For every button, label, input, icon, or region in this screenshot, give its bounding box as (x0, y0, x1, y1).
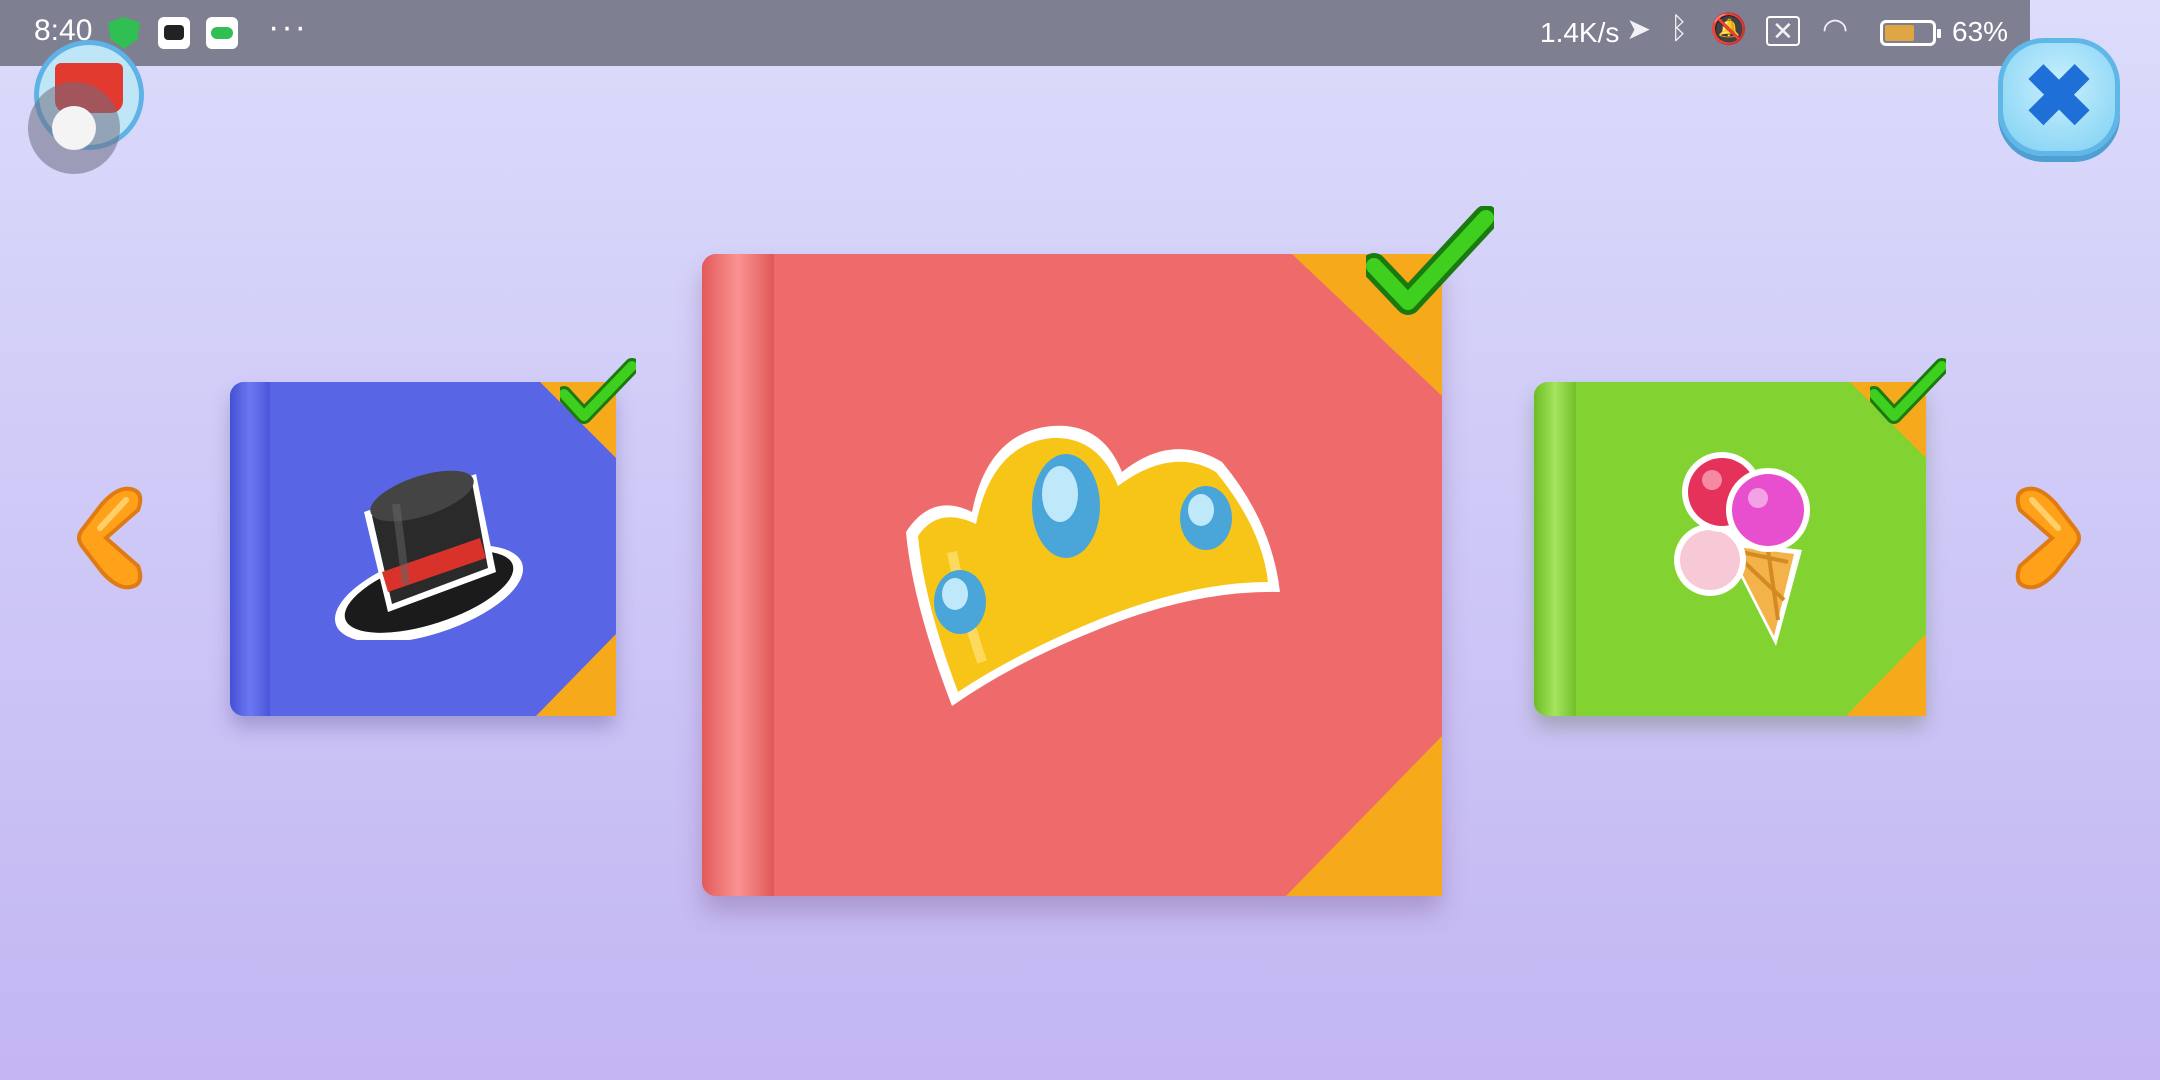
chevron-left-icon (77, 486, 143, 590)
assistive-touch-button[interactable] (28, 82, 120, 174)
bluetooth-icon: ᛒ (1670, 12, 1688, 45)
book-corner (1286, 736, 1442, 896)
toggle-icon (206, 17, 238, 49)
book-spine (702, 254, 774, 896)
more-icon: ··· (268, 8, 308, 46)
chevron-right-icon (2015, 486, 2081, 590)
book-corner (1846, 634, 1926, 716)
network-speed: 1.4K/s (1540, 17, 1620, 48)
check-icon (1361, 205, 1499, 316)
book-ice-cream[interactable] (1534, 358, 1950, 716)
book-top-hat[interactable] (230, 358, 640, 716)
bell-muted-icon: 🔕 (1710, 13, 1748, 46)
book-spine (230, 382, 270, 716)
check-icon (556, 358, 640, 424)
top-hat-icon (326, 454, 532, 643)
battery-percent: 63% (1952, 16, 2009, 47)
status-bar: 8:40 ··· 1.4K/s ➤ ᛒ 🔕 ✕ ◠ 63% (0, 0, 2030, 66)
location-icon: ➤ (1626, 13, 1652, 46)
battery-level (1885, 25, 1914, 41)
close-button[interactable]: ✖ (1998, 38, 2120, 156)
crown-icon (892, 402, 1282, 722)
next-arrow-button[interactable] (2006, 480, 2086, 596)
wifi-icon: ◠ (1822, 13, 1849, 46)
camera-icon (158, 17, 190, 49)
close-icon: ✖ (2022, 49, 2096, 145)
shield-icon (108, 17, 140, 49)
check-icon (1866, 358, 1950, 424)
previous-arrow-button[interactable] (72, 480, 152, 596)
book-spine (1534, 382, 1576, 716)
book-corner (536, 634, 616, 716)
sim-off-icon: ✕ (1766, 16, 1800, 46)
battery-icon (1880, 20, 1941, 46)
ice-cream-icon (1672, 450, 1812, 646)
book-crown-selected[interactable] (702, 205, 1499, 896)
